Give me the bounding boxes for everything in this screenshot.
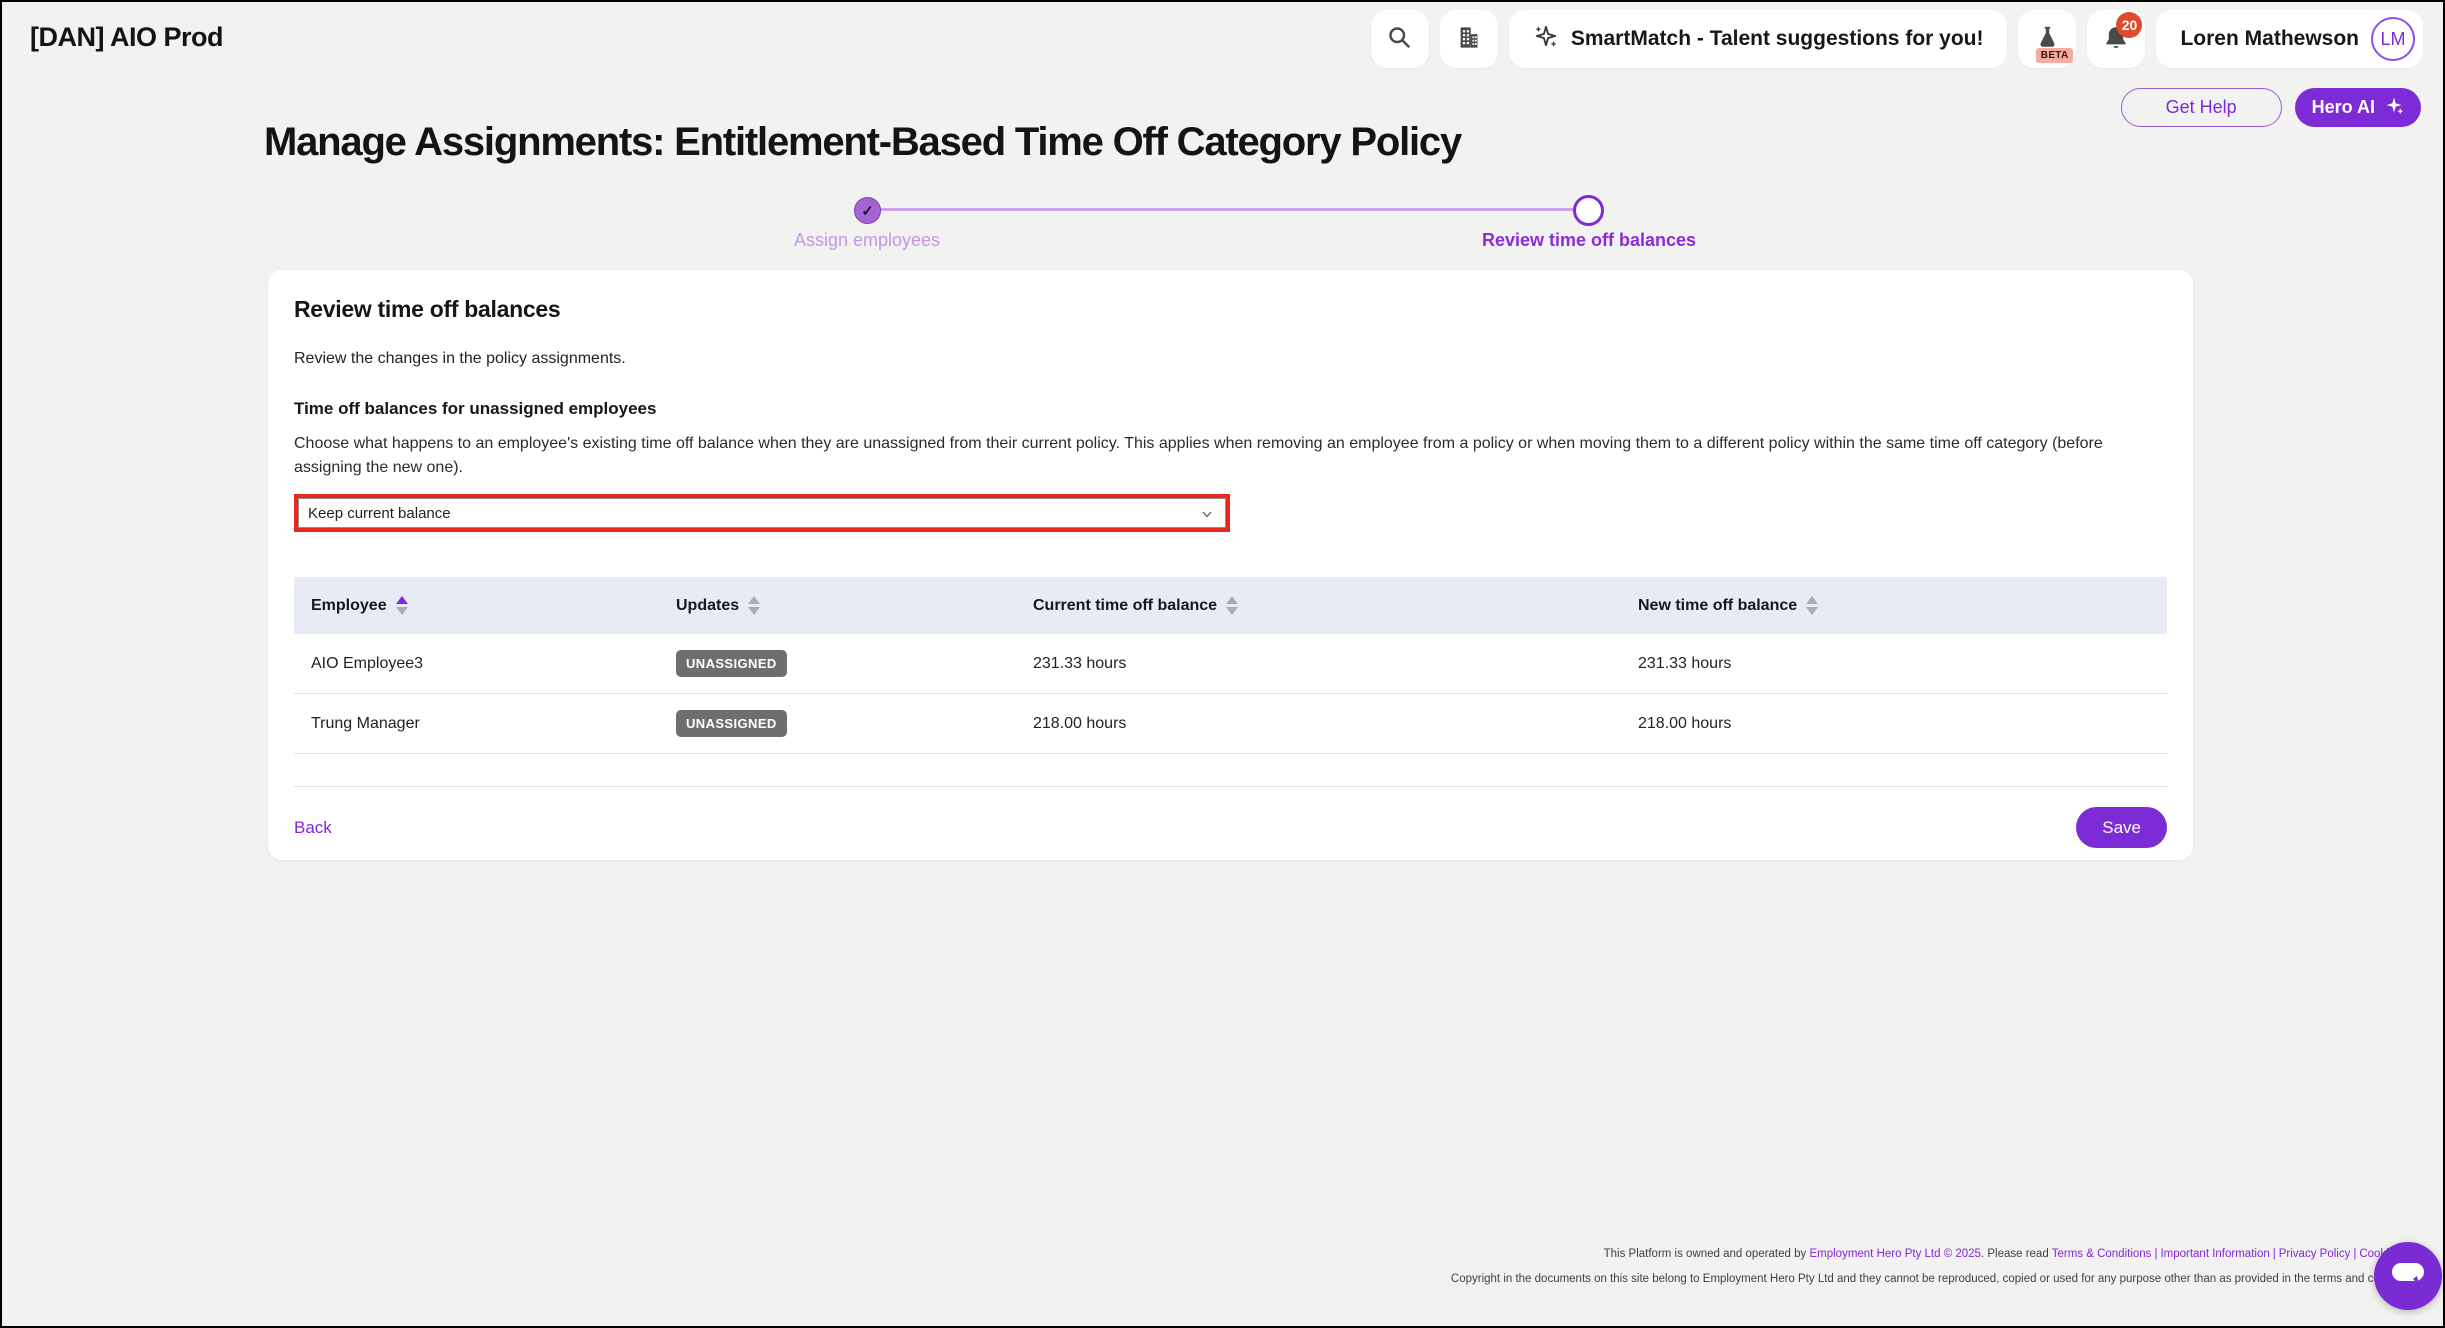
- search-icon: [1386, 24, 1413, 54]
- profile-button[interactable]: Loren Mathewson LM: [2156, 10, 2423, 68]
- balance-select-value: Keep current balance: [308, 505, 451, 522]
- buildings-icon: [1455, 24, 1482, 54]
- organisation-button[interactable]: [1440, 10, 1498, 68]
- top-bar-actions: SmartMatch - Talent suggestions for you!…: [1371, 10, 2423, 68]
- card-actions: Back Save: [294, 807, 2167, 848]
- column-header-current-balance[interactable]: Current time off balance: [1016, 596, 1621, 615]
- check-icon: ✓: [861, 202, 874, 220]
- company-link[interactable]: Employment Hero Pty Ltd © 2025: [1809, 1248, 1980, 1260]
- review-card: Review time off balances Review the chan…: [268, 270, 2193, 860]
- card-heading: Review time off balances: [294, 296, 2167, 323]
- step-completed-circle[interactable]: ✓: [854, 197, 881, 224]
- terms-link[interactable]: Terms & Conditions: [2052, 1248, 2152, 1260]
- current-balance-value: 218.00 hours: [1016, 715, 1621, 733]
- app-window: [DAN] AIO Prod: [0, 0, 2445, 1328]
- balances-table: Employee Updates Current time off balanc…: [294, 577, 2167, 754]
- table-row: Trung Manager UNASSIGNED 218.00 hours 21…: [294, 694, 2167, 754]
- legal-footer: This Platform is owned and operated by E…: [1451, 1242, 2429, 1292]
- chat-bubble-icon: [2389, 1258, 2427, 1295]
- column-header-employee[interactable]: Employee: [294, 596, 659, 615]
- beta-badge: BETA: [2036, 48, 2074, 63]
- help-row: Get Help Hero AI: [2121, 88, 2421, 127]
- step-label-assign-employees[interactable]: Assign employees: [794, 230, 940, 251]
- footer-line-2: Copyright in the documents on this site …: [1451, 1267, 2429, 1292]
- hero-ai-button[interactable]: Hero AI: [2295, 88, 2421, 127]
- employee-name: Trung Manager: [294, 715, 659, 733]
- card-subheading: Time off balances for unassigned employe…: [294, 399, 2167, 419]
- divider: [294, 786, 2167, 787]
- sort-icon[interactable]: [1806, 596, 1818, 615]
- chevron-down-icon: [1200, 507, 1214, 525]
- smartmatch-label: SmartMatch - Talent suggestions for you!: [1571, 27, 1984, 51]
- user-name: Loren Mathewson: [2180, 27, 2359, 51]
- column-header-updates[interactable]: Updates: [659, 596, 1016, 615]
- annotation-highlight: Keep current balance: [294, 494, 1230, 532]
- back-button[interactable]: Back: [294, 818, 332, 838]
- labs-button[interactable]: BETA: [2018, 10, 2076, 68]
- smartmatch-button[interactable]: SmartMatch - Talent suggestions for you!: [1509, 10, 2008, 68]
- status-badge: UNASSIGNED: [676, 710, 787, 737]
- top-bar: [DAN] AIO Prod: [2, 2, 2443, 74]
- step-current-circle[interactable]: [1573, 195, 1604, 226]
- table-header-row: Employee Updates Current time off balanc…: [294, 577, 2167, 634]
- new-balance-value: 218.00 hours: [1621, 715, 2167, 733]
- privacy-policy-link[interactable]: Privacy Policy: [2279, 1248, 2351, 1260]
- footer-line-1: This Platform is owned and operated by E…: [1451, 1242, 2429, 1267]
- sort-icon[interactable]: [748, 596, 760, 615]
- sparkle-icon: [2384, 95, 2404, 120]
- table-row: AIO Employee3 UNASSIGNED 231.33 hours 23…: [294, 634, 2167, 694]
- sort-icon[interactable]: [396, 596, 408, 615]
- get-help-button[interactable]: Get Help: [2121, 88, 2282, 127]
- status-badge: UNASSIGNED: [676, 650, 787, 677]
- notification-count-badge: 20: [2116, 12, 2142, 38]
- hero-ai-label: Hero AI: [2312, 97, 2375, 118]
- stepper-connector-line: [880, 208, 1576, 211]
- current-balance-value: 231.33 hours: [1016, 655, 1621, 673]
- column-header-new-balance[interactable]: New time off balance: [1621, 596, 2167, 615]
- new-balance-value: 231.33 hours: [1621, 655, 2167, 673]
- search-button[interactable]: [1371, 10, 1429, 68]
- app-title: [DAN] AIO Prod: [30, 22, 223, 53]
- card-description: Review the changes in the policy assignm…: [294, 350, 2167, 368]
- sparkle-icon: [1533, 23, 1559, 55]
- important-information-link[interactable]: Important Information: [2160, 1248, 2269, 1260]
- employee-name: AIO Employee3: [294, 655, 659, 673]
- unassigned-balance-explanation: Choose what happens to an employee's exi…: [294, 432, 2162, 480]
- page-title: Manage Assignments: Entitlement-Based Ti…: [264, 120, 1461, 165]
- avatar: LM: [2371, 17, 2415, 61]
- notifications-button[interactable]: 20: [2087, 10, 2145, 68]
- balance-action-select[interactable]: Keep current balance: [298, 498, 1226, 528]
- save-button[interactable]: Save: [2076, 807, 2167, 848]
- sort-icon[interactable]: [1226, 596, 1238, 615]
- chat-launcher-button[interactable]: [2374, 1242, 2442, 1310]
- step-label-review-balances: Review time off balances: [1482, 230, 1696, 251]
